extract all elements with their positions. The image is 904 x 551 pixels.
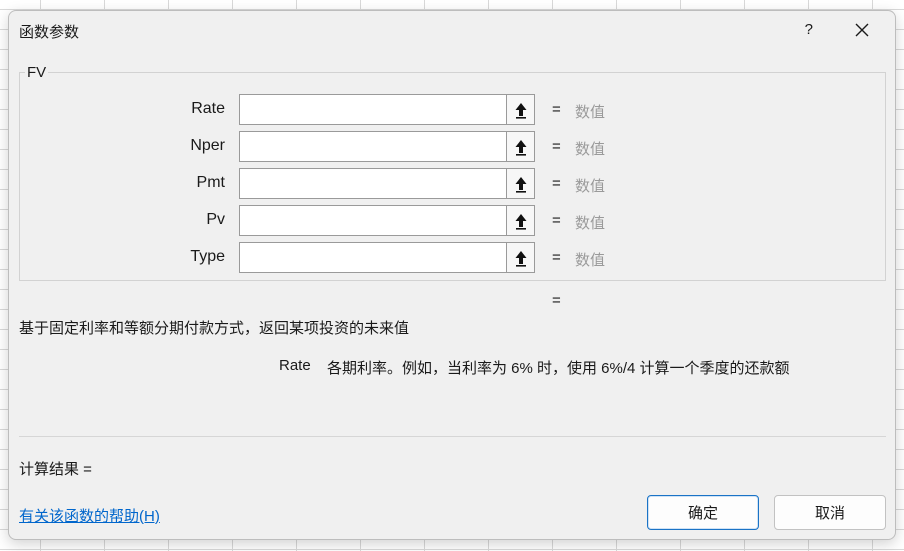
arg-hint-pv: 数值 [575, 215, 606, 232]
arg-hint-rate: 数值 [575, 104, 606, 121]
divider [19, 436, 886, 437]
collapse-button-pv[interactable] [506, 205, 535, 236]
calculation-result: 计算结果 = [19, 461, 92, 478]
argument-help-name: Rate [279, 357, 311, 374]
arg-hint-pmt: 数值 [575, 178, 606, 195]
collapse-arrow-icon [515, 102, 526, 119]
arg-input-pv[interactable] [239, 205, 507, 236]
collapse-button-type[interactable] [506, 242, 535, 273]
equals-nper: = [552, 138, 561, 155]
arg-hint-nper: 数值 [575, 141, 606, 158]
arg-input-pmt[interactable] [239, 168, 507, 199]
title-bar: 函数参数 ? [9, 11, 895, 51]
arg-hint-type: 数值 [575, 252, 606, 269]
close-icon [855, 23, 869, 37]
dialog-title: 函数参数 [19, 24, 80, 41]
collapse-arrow-icon [515, 139, 526, 156]
argument-help-text: 各期利率。例如，当利率为 6% 时，使用 6%/4 计算一个季度的还款额 [327, 360, 790, 377]
arg-input-type[interactable] [239, 242, 507, 273]
equals-type: = [552, 249, 561, 266]
arg-label-type: Type [190, 248, 225, 265]
arg-label-pmt: Pmt [196, 174, 225, 191]
function-name: FV [25, 64, 49, 81]
arg-label-nper: Nper [190, 137, 225, 154]
function-description: 基于固定利率和等额分期付款方式，返回某项投资的未来值 [19, 320, 410, 337]
function-arguments-dialog: 函数参数 ? FV Rate = 数值 Nper = 数值 Pmt = 数值 P… [8, 10, 896, 540]
collapse-arrow-icon [515, 250, 526, 267]
collapse-arrow-icon [515, 176, 526, 193]
collapse-button-rate[interactable] [506, 94, 535, 125]
collapse-arrow-icon [515, 213, 526, 230]
arg-label-pv: Pv [206, 211, 225, 228]
arg-input-nper[interactable] [239, 131, 507, 162]
equals-pmt: = [552, 175, 561, 192]
collapse-button-pmt[interactable] [506, 168, 535, 199]
arg-label-rate: Rate [191, 100, 225, 117]
ok-button[interactable]: 确定 [647, 495, 759, 530]
function-help-link[interactable]: 有关该函数的帮助(H) [19, 505, 160, 526]
help-button[interactable]: ? [805, 21, 813, 38]
cancel-button[interactable]: 取消 [774, 495, 886, 530]
equals-rate: = [552, 101, 561, 118]
equals-pv: = [552, 212, 561, 229]
formula-result-equals: = [552, 292, 561, 309]
arg-input-rate[interactable] [239, 94, 507, 125]
close-button[interactable] [845, 17, 879, 43]
collapse-button-nper[interactable] [506, 131, 535, 162]
